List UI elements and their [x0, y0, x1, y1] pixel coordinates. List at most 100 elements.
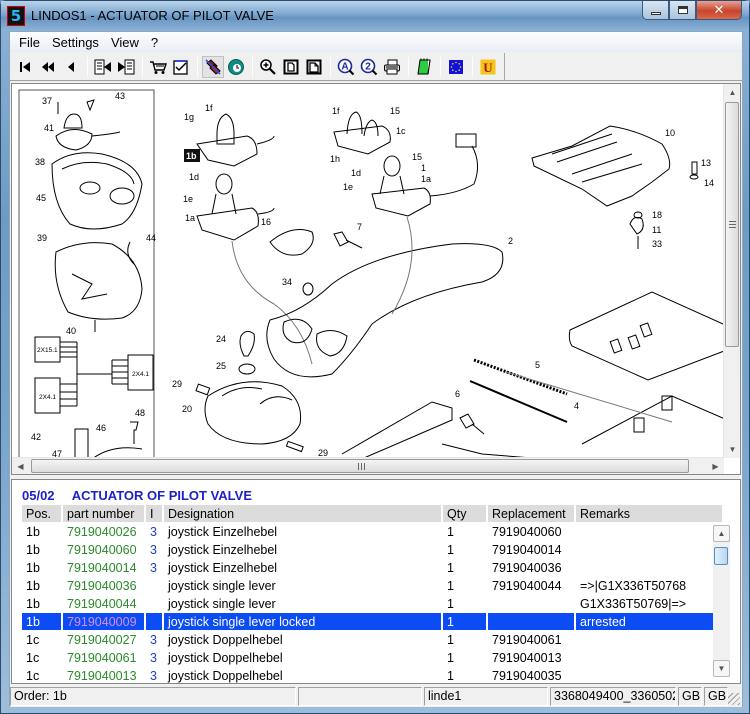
cell-indicator[interactable]: 3: [146, 631, 162, 648]
title-bar[interactable]: 5 LINDOS1 - ACTUATOR OF PILOT VALVE ✕: [1, 1, 749, 31]
cell-qty[interactable]: 1: [443, 649, 486, 666]
table-row-selected[interactable]: 1b 7919040009 joystick single lever locked…: [22, 613, 722, 630]
cell-remarks[interactable]: [576, 559, 722, 576]
menu-help[interactable]: ?: [145, 35, 164, 50]
previous-button[interactable]: [60, 56, 82, 78]
update-button[interactable]: U: [477, 56, 499, 78]
cell-replacement[interactable]: 7919040044: [488, 577, 574, 594]
cell-qty[interactable]: 1: [443, 631, 486, 648]
table-row[interactable]: 1b 7919040014 3 joystick Einzelhebel 1 791904…: [22, 559, 722, 576]
cell-pos[interactable]: 1c: [22, 667, 61, 683]
cell-indicator[interactable]: [146, 577, 162, 594]
cell-designation[interactable]: joystick Einzelhebel: [164, 541, 441, 558]
table-row[interactable]: 1b 7919040060 3 joystick Einzelhebel 1 791904…: [22, 541, 722, 558]
notepad-button[interactable]: [413, 56, 435, 78]
cell-designation[interactable]: joystick single lever locked: [164, 613, 441, 630]
column-header-designation[interactable]: Designation: [164, 505, 441, 522]
import-right-button[interactable]: [115, 56, 137, 78]
page-fold-button[interactable]: [303, 56, 325, 78]
cell-indicator[interactable]: [146, 613, 162, 630]
zoom-in-button[interactable]: [257, 56, 279, 78]
cell-part-number[interactable]: 7919040009: [63, 613, 144, 630]
cell-qty[interactable]: 1: [443, 667, 486, 683]
cell-indicator[interactable]: 3: [146, 523, 162, 540]
column-header-indicator[interactable]: I: [146, 505, 162, 522]
cell-pos[interactable]: 1b: [22, 541, 61, 558]
cell-replacement[interactable]: [488, 613, 574, 630]
table-row[interactable]: 1c 7919040061 3 joystick Doppelhebel 1 791904…: [22, 649, 722, 666]
exploded-parts-drawing[interactable]: 37 43 41 38 45 39 44 40 42 4 7 46 48 1g 1…: [12, 84, 724, 458]
menu-settings[interactable]: Settings: [46, 35, 105, 50]
cell-part-number[interactable]: 7919040026: [63, 523, 144, 540]
cell-part-number[interactable]: 7919040036: [63, 577, 144, 594]
search-a-button[interactable]: A: [335, 56, 357, 78]
maximize-button[interactable]: [669, 1, 696, 20]
cell-qty[interactable]: 1: [443, 595, 486, 612]
cell-indicator[interactable]: 3: [146, 559, 162, 576]
cell-designation[interactable]: joystick Einzelhebel: [164, 523, 441, 540]
cell-remarks[interactable]: [576, 631, 722, 648]
page-view-button[interactable]: [280, 56, 302, 78]
minimize-button[interactable]: [642, 1, 669, 20]
cell-remarks[interactable]: [576, 523, 722, 540]
list-scroll-down-arrow-icon[interactable]: ▼: [713, 660, 730, 677]
drawing-vertical-scrollbar[interactable]: ▲ ▼: [723, 84, 740, 458]
cell-qty[interactable]: 1: [443, 577, 486, 594]
menu-view[interactable]: View: [105, 35, 145, 50]
menu-file[interactable]: File: [13, 35, 46, 50]
cell-designation[interactable]: joystick single lever: [164, 577, 441, 594]
cell-remarks[interactable]: [576, 667, 722, 683]
cell-pos[interactable]: 1c: [22, 649, 61, 666]
link-tool-button[interactable]: [202, 55, 224, 78]
table-row[interactable]: 1c 7919040013 3 joystick Doppelhebel 1 791904…: [22, 667, 722, 683]
cell-pos[interactable]: 1b: [22, 559, 61, 576]
table-row[interactable]: 1c 7919040027 3 joystick Doppelhebel 1 791904…: [22, 631, 722, 648]
cell-part-number[interactable]: 7919040044: [63, 595, 144, 612]
cell-replacement[interactable]: 7919040035: [488, 667, 574, 683]
eu-flag-button[interactable]: [445, 56, 467, 78]
cell-replacement[interactable]: 7919040014: [488, 541, 574, 558]
cell-qty[interactable]: 1: [443, 523, 486, 540]
cell-indicator[interactable]: [146, 595, 162, 612]
close-button[interactable]: ✕: [696, 1, 742, 20]
parts-list-vertical-thumb[interactable]: [714, 547, 728, 565]
cell-replacement[interactable]: 7919040036: [488, 559, 574, 576]
cell-replacement[interactable]: 7919040060: [488, 523, 574, 540]
cell-part-number[interactable]: 7919040061: [63, 649, 144, 666]
resize-grip-icon[interactable]: [728, 693, 740, 705]
first-page-button[interactable]: [14, 56, 36, 78]
cell-part-number[interactable]: 7919040014: [63, 559, 144, 576]
exploded-drawing-panel[interactable]: 37 43 41 38 45 39 44 40 42 4 7 46 48 1g 1…: [11, 83, 741, 475]
cell-pos[interactable]: 1c: [22, 631, 61, 648]
drawing-horizontal-thumb[interactable]: [31, 459, 689, 473]
cell-remarks[interactable]: [576, 649, 722, 666]
column-header-remarks[interactable]: Remarks: [576, 505, 722, 522]
cell-indicator[interactable]: 3: [146, 541, 162, 558]
print-button[interactable]: [381, 56, 403, 78]
cell-indicator[interactable]: 3: [146, 667, 162, 683]
cell-pos[interactable]: 1b: [22, 523, 61, 540]
history-button[interactable]: [225, 56, 247, 78]
cell-qty[interactable]: 1: [443, 613, 486, 630]
parts-list-vertical-scrollbar[interactable]: ▲ ▼: [713, 525, 730, 677]
column-header-replacement[interactable]: Replacement: [488, 505, 574, 522]
app-logo-icon[interactable]: 5: [7, 6, 25, 26]
column-header-pos[interactable]: Pos.: [22, 505, 61, 522]
cell-replacement[interactable]: 7919040013: [488, 649, 574, 666]
cell-part-number[interactable]: 7919040060: [63, 541, 144, 558]
cell-part-number[interactable]: 7919040027: [63, 631, 144, 648]
table-row[interactable]: 1b 7919040026 3 joystick Einzelhebel 1 791904…: [22, 523, 722, 540]
cell-replacement[interactable]: [488, 595, 574, 612]
cell-pos[interactable]: 1b: [22, 595, 61, 612]
export-left-button[interactable]: [92, 56, 114, 78]
list-scroll-up-arrow-icon[interactable]: ▲: [713, 525, 730, 542]
cell-designation[interactable]: joystick Doppelhebel: [164, 631, 441, 648]
cell-remarks[interactable]: G1X336T50769|=>: [576, 595, 722, 612]
cell-part-number[interactable]: 7919040013: [63, 667, 144, 683]
cell-pos[interactable]: 1b: [22, 577, 61, 594]
table-row[interactable]: 1b 7919040044 joystick single lever 1 G1X336…: [22, 595, 722, 612]
scroll-left-arrow-icon[interactable]: ◀: [12, 458, 29, 474]
search-2-button[interactable]: 2: [358, 56, 380, 78]
cell-qty[interactable]: 1: [443, 559, 486, 576]
cell-remarks[interactable]: =>|G1X336T50768: [576, 577, 722, 594]
